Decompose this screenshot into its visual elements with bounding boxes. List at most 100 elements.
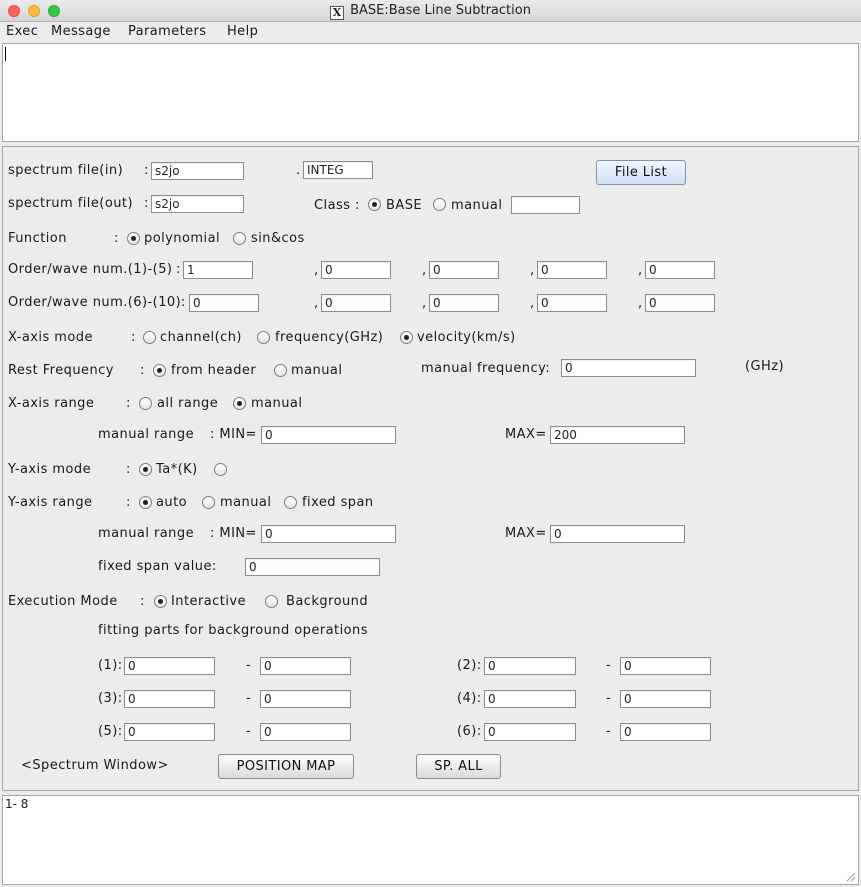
yaxis-ta-radio[interactable] — [139, 463, 152, 476]
spectrum-in-input[interactable] — [151, 162, 244, 180]
xrange-manual-range-label: manual range — [98, 427, 195, 442]
fitting-part-1-label: (1): — [98, 658, 123, 673]
xaxis-range-colon: : — [126, 396, 131, 411]
yaxis-alt-radio[interactable] — [214, 463, 227, 476]
xaxis-frequency-label: frequency(GHz) — [275, 330, 384, 345]
xaxis-frequency-radio[interactable] — [257, 331, 270, 344]
manual-frequency-input[interactable] — [561, 359, 696, 377]
fitting-dash: - — [606, 658, 612, 673]
fitting-dash: - — [246, 691, 252, 706]
menu-parameters[interactable]: Parameters — [128, 24, 206, 39]
fixed-span-input[interactable] — [245, 558, 380, 576]
yrange-auto-radio[interactable] — [139, 496, 152, 509]
order-input-2[interactable] — [321, 261, 391, 279]
spectrum-ext-input[interactable] — [303, 161, 373, 179]
class-manual-radio[interactable] — [433, 198, 446, 211]
output-text-area[interactable]: 1- 8 — [2, 795, 859, 885]
fitting-part-2-to[interactable] — [620, 657, 711, 675]
fitting-part-5-from[interactable] — [124, 723, 215, 741]
fitting-part-4-from[interactable] — [484, 690, 576, 708]
fitting-part-3-from[interactable] — [124, 690, 215, 708]
message-text-area[interactable] — [2, 43, 859, 142]
xrange-max-input[interactable] — [550, 426, 685, 444]
xrange-min-input[interactable] — [261, 426, 396, 444]
spectrum-out-label: spectrum file(out) — [8, 196, 133, 211]
order-input-7[interactable] — [321, 294, 391, 312]
xrange-manual-label: manual — [251, 396, 303, 411]
yaxis-mode-colon: : — [126, 462, 131, 477]
comma: , — [314, 263, 319, 278]
fitting-part-3-to[interactable] — [260, 690, 351, 708]
fitting-part-5-to[interactable] — [260, 723, 351, 741]
order-input-8[interactable] — [429, 294, 499, 312]
order-input-4[interactable] — [537, 261, 607, 279]
exec-interactive-radio[interactable] — [154, 595, 167, 608]
exec-background-radio[interactable] — [265, 595, 278, 608]
fitting-part-2-from[interactable] — [484, 657, 576, 675]
x-window-icon: X — [330, 6, 345, 20]
spectrum-window-label: <Spectrum Window> — [21, 758, 169, 773]
menu-exec[interactable]: Exec — [6, 24, 38, 39]
function-polynomial-radio[interactable] — [127, 232, 140, 245]
rest-freq-manual-radio[interactable] — [274, 364, 287, 377]
window-title-group: X BASE:Base Line Subtraction — [0, 3, 861, 20]
order2-colon: : — [181, 295, 186, 310]
class-manual-input[interactable] — [511, 196, 580, 214]
spectrum-out-input[interactable] — [151, 195, 244, 213]
class-base-radio[interactable] — [368, 198, 381, 211]
menu-message[interactable]: Message — [51, 24, 111, 39]
title-bar: X BASE:Base Line Subtraction — [0, 0, 861, 22]
sp-all-button[interactable]: SP. ALL — [416, 754, 501, 779]
manual-frequency-label: manual frequency: — [421, 361, 551, 376]
xrange-all-label: all range — [157, 396, 219, 411]
xrange-manual-radio[interactable] — [233, 397, 246, 410]
comma: , — [638, 263, 643, 278]
order-input-3[interactable] — [429, 261, 499, 279]
fitting-part-6-label: (6): — [457, 724, 482, 739]
fixed-span-label: fixed span value: — [98, 559, 217, 574]
resize-grip-icon[interactable] — [844, 870, 856, 882]
function-label: Function — [8, 231, 67, 246]
xrange-max-label: MAX= — [505, 427, 547, 442]
xaxis-mode-colon: : — [131, 330, 136, 345]
order-input-10[interactable] — [645, 294, 715, 312]
position-map-button[interactable]: POSITION MAP — [218, 754, 354, 779]
spectrum-in-colon: : — [144, 163, 149, 178]
xaxis-channel-radio[interactable] — [143, 331, 156, 344]
yrange-max-input[interactable] — [550, 525, 685, 543]
yrange-manual-radio[interactable] — [202, 496, 215, 509]
yrange-manual-range-label: manual range — [98, 526, 195, 541]
yaxis-mode-label: Y-axis mode — [8, 462, 92, 477]
fitting-part-1-to[interactable] — [260, 657, 351, 675]
comma: , — [530, 263, 535, 278]
order-input-6[interactable] — [189, 294, 259, 312]
fitting-dash: - — [246, 658, 252, 673]
order-input-1[interactable] — [183, 261, 253, 279]
yrange-fixed-radio[interactable] — [284, 496, 297, 509]
fitting-dash: - — [246, 724, 252, 739]
fitting-part-6-to[interactable] — [620, 723, 711, 741]
comma: , — [314, 296, 319, 311]
xaxis-velocity-label: velocity(km/s) — [417, 330, 516, 345]
fitting-part-4-to[interactable] — [620, 690, 711, 708]
yrange-min-input[interactable] — [261, 525, 396, 543]
fitting-dash: - — [606, 691, 612, 706]
function-sincos-radio[interactable] — [233, 232, 246, 245]
function-colon: : — [114, 231, 119, 246]
menu-help[interactable]: Help — [227, 24, 258, 39]
window-title: BASE:Base Line Subtraction — [350, 3, 531, 18]
rest-freq-header-label: from header — [171, 363, 257, 378]
yaxis-ta-label: Ta*(K) — [156, 462, 198, 477]
execution-mode-colon: : — [140, 594, 145, 609]
yrange-fixed-label: fixed span — [302, 495, 374, 510]
file-list-button[interactable]: File List — [596, 160, 686, 185]
rest-freq-header-radio[interactable] — [153, 364, 166, 377]
fitting-part-6-from[interactable] — [484, 723, 576, 741]
xaxis-velocity-radio[interactable] — [400, 331, 413, 344]
order-input-5[interactable] — [645, 261, 715, 279]
fitting-part-1-from[interactable] — [124, 657, 215, 675]
xrange-all-radio[interactable] — [139, 397, 152, 410]
order-input-9[interactable] — [537, 294, 607, 312]
rest-freq-label: Rest Frequency — [8, 363, 114, 378]
comma: , — [530, 296, 535, 311]
